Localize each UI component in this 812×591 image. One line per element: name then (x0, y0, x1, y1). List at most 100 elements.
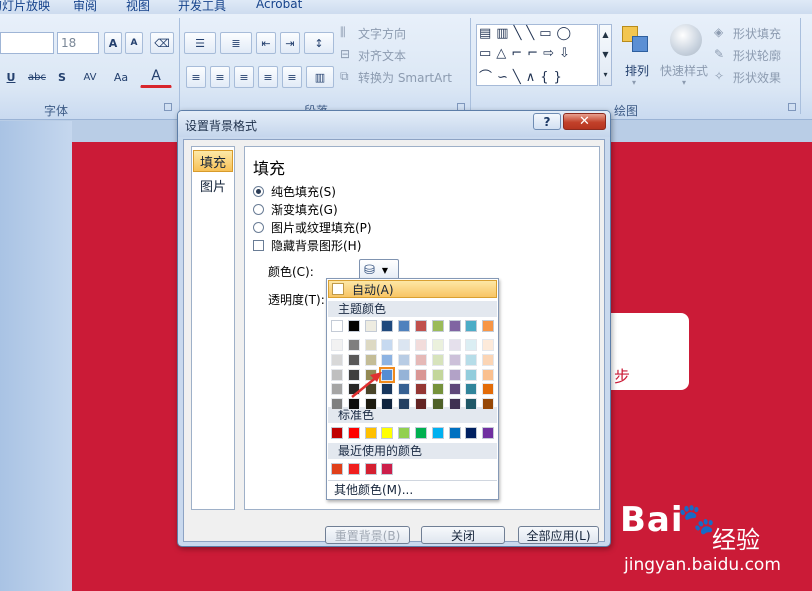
font-size-box[interactable]: 18 (57, 32, 99, 54)
align-right-icon[interactable]: ≡ (234, 66, 254, 88)
standard-color-swatch[interactable] (347, 427, 360, 439)
theme-shade-swatch[interactable] (448, 398, 461, 411)
strike-button[interactable]: abc (24, 66, 50, 88)
theme-shade-swatch[interactable] (448, 353, 461, 366)
theme-shade-swatch[interactable] (331, 339, 343, 351)
font-dialog-launcher[interactable] (164, 103, 172, 111)
reset-background-button[interactable]: 重置背景(B) (325, 526, 410, 544)
theme-shade-swatch[interactable] (482, 383, 495, 396)
theme-shade-swatch[interactable] (364, 339, 377, 351)
recent-color-swatch[interactable] (364, 463, 377, 475)
theme-shade-swatch[interactable] (465, 353, 478, 366)
checkbox[interactable] (253, 240, 264, 251)
standard-color-swatch[interactable] (415, 427, 427, 439)
theme-shade-swatch[interactable] (431, 339, 444, 351)
shapes-gallery[interactable]: ▤▥╲╲▭◯ ▭△⌐⌐⇨⇩ ⌒∽╲∧{} (476, 24, 598, 86)
line-spacing-icon[interactable]: ↕ (304, 32, 334, 54)
category-picture[interactable]: 图片 (193, 174, 233, 196)
close-button[interactable]: 关闭 (421, 526, 505, 544)
theme-shade-swatch[interactable] (431, 353, 444, 366)
theme-color-swatch[interactable] (381, 320, 394, 332)
increase-indent-icon[interactable]: ⇥ (280, 32, 300, 54)
theme-shade-swatch[interactable] (415, 353, 427, 366)
grow-font-button[interactable]: A (104, 32, 122, 54)
apply-all-button[interactable]: 全部应用(L) (518, 526, 599, 544)
distribute-icon[interactable]: ≡ (282, 66, 302, 88)
tab-review[interactable]: 审阅 (73, 0, 97, 14)
font-color-button[interactable]: A (140, 66, 172, 88)
standard-color-swatch[interactable] (482, 427, 495, 439)
theme-shade-swatch[interactable] (398, 398, 411, 411)
clear-format-icon[interactable]: ⌫ (150, 32, 174, 54)
shrink-font-button[interactable]: A (125, 32, 143, 54)
theme-color-swatch[interactable] (347, 320, 360, 332)
standard-color-swatch[interactable] (381, 427, 394, 439)
shapes-scroll[interactable]: ▲ ▼ ▾ (599, 24, 612, 86)
smartart-command[interactable]: 转换为 SmartArt (358, 69, 452, 86)
text-direction-command[interactable]: 文字方向 (358, 25, 406, 42)
standard-color-swatch[interactable] (398, 427, 411, 439)
dialog-titlebar[interactable]: 设置背景格式 ? ✕ (178, 111, 610, 137)
char-spacing-button[interactable]: AV (75, 66, 105, 88)
bullets-icon[interactable]: ☰ (184, 32, 216, 54)
radio[interactable] (253, 204, 264, 215)
theme-shade-swatch[interactable] (347, 339, 360, 351)
theme-shade-swatch[interactable] (331, 368, 343, 381)
theme-shade-swatch[interactable] (431, 368, 444, 381)
hide-background-option[interactable]: 隐藏背景图形(H) (253, 237, 361, 254)
help-button[interactable]: ? (533, 113, 561, 130)
theme-color-swatch[interactable] (398, 320, 411, 332)
shape-outline-command[interactable]: 形状轮廓 (733, 47, 781, 64)
numbering-icon[interactable]: ≣ (220, 32, 252, 54)
theme-shade-swatch[interactable] (398, 368, 411, 381)
recent-color-swatch[interactable] (381, 463, 394, 475)
theme-color-swatch[interactable] (448, 320, 461, 332)
columns-icon[interactable]: ▥ (306, 66, 334, 88)
theme-shade-swatch[interactable] (331, 398, 343, 411)
theme-color-swatch[interactable] (331, 320, 343, 332)
standard-color-swatch[interactable] (431, 427, 444, 439)
theme-color-swatch[interactable] (415, 320, 427, 332)
align-center-icon[interactable]: ≡ (210, 66, 230, 88)
theme-shade-swatch[interactable] (465, 368, 478, 381)
theme-shade-swatch[interactable] (448, 339, 461, 351)
theme-shade-swatch[interactable] (482, 339, 495, 351)
shape-effects-command[interactable]: 形状效果 (733, 69, 781, 86)
theme-shade-swatch[interactable] (381, 353, 394, 366)
theme-color-swatch[interactable] (465, 320, 478, 332)
close-icon[interactable]: ✕ (563, 113, 606, 130)
theme-color-swatch[interactable] (364, 320, 377, 332)
align-text-command[interactable]: 对齐文本 (358, 47, 406, 64)
picture-fill-option[interactable]: 图片或纹理填充(P) (253, 219, 372, 236)
standard-color-swatch[interactable] (465, 427, 478, 439)
theme-color-swatch[interactable] (431, 320, 444, 332)
theme-shade-swatch[interactable] (415, 339, 427, 351)
theme-shade-swatch[interactable] (431, 398, 444, 411)
theme-shade-swatch[interactable] (398, 383, 411, 396)
radio-checked[interactable] (253, 186, 264, 197)
theme-shade-swatch[interactable] (482, 353, 495, 366)
drawing-dialog-launcher[interactable] (788, 103, 796, 111)
theme-shade-swatch[interactable] (381, 339, 394, 351)
change-case-button[interactable]: Aa (106, 66, 136, 88)
theme-shade-swatch[interactable] (347, 353, 360, 366)
tab-slideshow[interactable]: 幻灯片放映 (0, 0, 50, 14)
underline-button[interactable]: U (2, 66, 20, 88)
theme-shade-swatch[interactable] (415, 383, 427, 396)
theme-shade-swatch[interactable] (398, 339, 411, 351)
standard-color-swatch[interactable] (331, 427, 343, 439)
tab-acrobat[interactable]: Acrobat (256, 0, 302, 11)
solid-fill-option[interactable]: 纯色填充(S) (253, 183, 336, 200)
tab-view[interactable]: 视图 (126, 0, 150, 14)
gradient-fill-option[interactable]: 渐变填充(G) (253, 201, 338, 218)
justify-icon[interactable]: ≡ (258, 66, 278, 88)
standard-color-swatch[interactable] (448, 427, 461, 439)
theme-shade-swatch[interactable] (465, 398, 478, 411)
theme-shade-swatch[interactable] (448, 368, 461, 381)
quick-styles-button[interactable]: 快速样式 (660, 62, 708, 79)
theme-shade-swatch[interactable] (482, 398, 495, 411)
decrease-indent-icon[interactable]: ⇤ (256, 32, 276, 54)
standard-color-swatch[interactable] (364, 427, 377, 439)
theme-shade-swatch[interactable] (465, 383, 478, 396)
theme-color-swatch[interactable] (482, 320, 495, 332)
